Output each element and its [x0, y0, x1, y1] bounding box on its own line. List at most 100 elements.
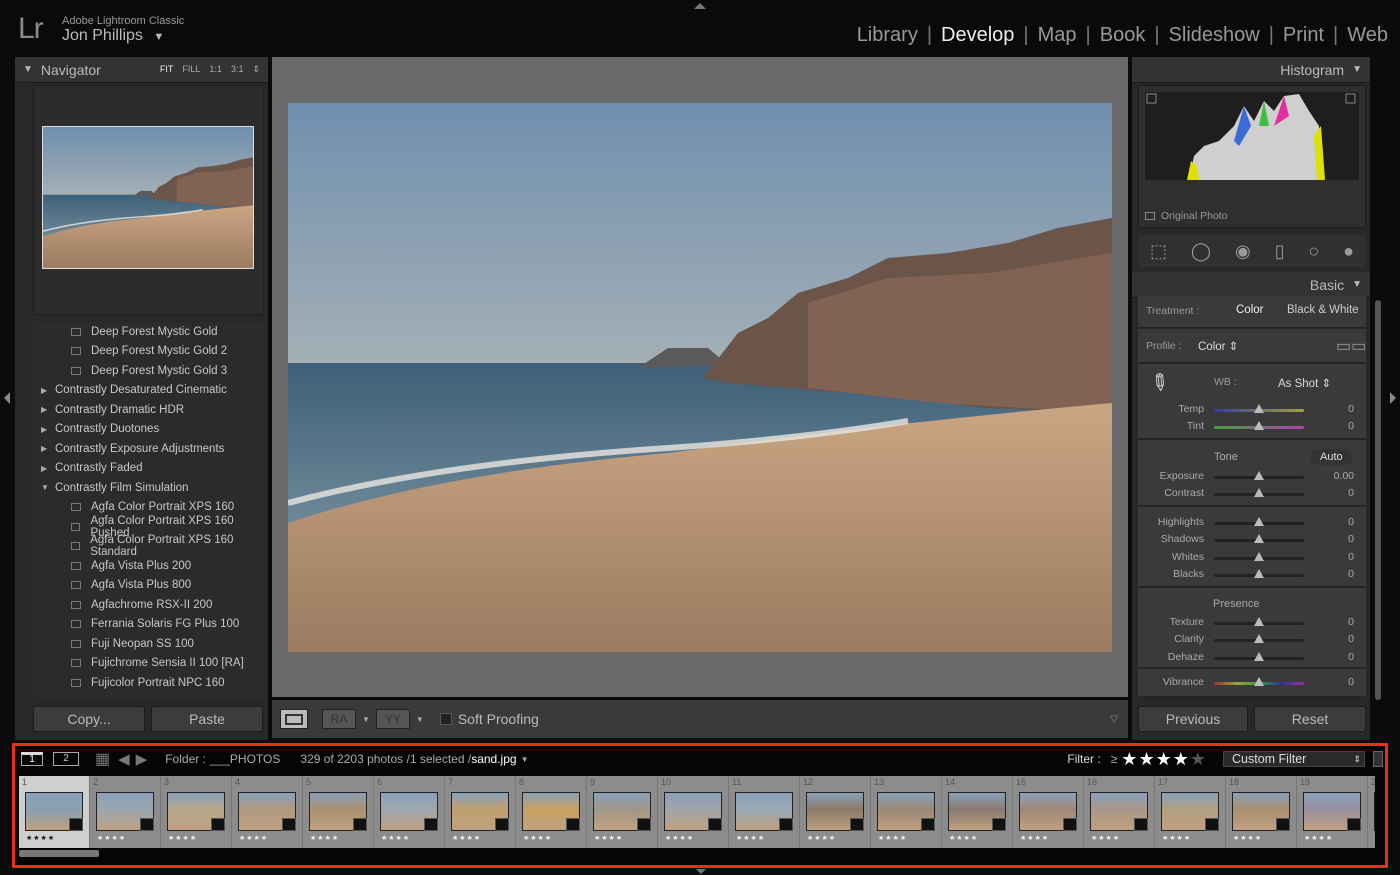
tint-slider[interactable]: [1214, 421, 1304, 430]
preset-item[interactable]: Deep Forest Mystic Gold: [33, 322, 264, 342]
module-web[interactable]: Web: [1347, 24, 1388, 47]
tint-value[interactable]: 0: [1348, 420, 1354, 432]
filmstrip-thumbnail[interactable]: 5 ★★★★: [303, 776, 374, 848]
zoom-stepper-icon[interactable]: ⇕: [252, 64, 260, 75]
filmstrip-thumbnail[interactable]: 11 ★★★★: [729, 776, 800, 848]
contrast-slider[interactable]: [1214, 488, 1304, 497]
preset-item[interactable]: Agfa Vista Plus 800: [33, 576, 264, 596]
filter-star-icon[interactable]: ★: [1173, 749, 1190, 769]
navigator-thumbnail[interactable]: [42, 126, 254, 269]
copy-button[interactable]: Copy...: [33, 706, 145, 732]
shadows-value[interactable]: 0: [1348, 533, 1354, 545]
preset-item[interactable]: Agfa Vista Plus 200: [33, 556, 264, 576]
filmstrip-thumbnail[interactable]: 4 ★★★★: [232, 776, 303, 848]
preset-item[interactable]: Ferrania Solaris FG Plus 100: [33, 615, 264, 635]
dehaze-value[interactable]: 0: [1348, 651, 1354, 663]
filmstrip-thumbnail[interactable]: 12 ★★★★: [800, 776, 871, 848]
whites-value[interactable]: 0: [1348, 551, 1354, 563]
preset-group[interactable]: ▶ Contrastly Duotones: [33, 420, 264, 440]
reset-button[interactable]: Reset: [1254, 706, 1366, 732]
loupe-view-button[interactable]: [280, 709, 308, 729]
preset-group[interactable]: ▶ Contrastly Exposure Adjustments: [33, 439, 264, 459]
zoom-3-1[interactable]: 3:1: [231, 64, 244, 75]
custom-filter-dropdown[interactable]: Custom Filter ⇕: [1223, 751, 1365, 767]
paste-button[interactable]: Paste: [151, 706, 263, 732]
filmstrip-thumbnail[interactable]: 3 ★★★★: [161, 776, 232, 848]
grid-view-icon[interactable]: ▦: [95, 749, 110, 769]
clarity-value[interactable]: 0: [1348, 633, 1354, 645]
collapse-right-panel-icon[interactable]: [1390, 392, 1396, 404]
filmstrip-thumbnail[interactable]: 9 ★★★★: [587, 776, 658, 848]
filmstrip-thumbnail[interactable]: 14 ★★★★: [942, 776, 1013, 848]
filmstrip-thumbnail[interactable]: 15 ★★★★: [1013, 776, 1084, 848]
filmstrip-thumbnail[interactable]: 2 ★★★★: [90, 776, 161, 848]
filter-operator[interactable]: ≥: [1111, 752, 1118, 766]
dehaze-slider-handle[interactable]: [1254, 652, 1264, 661]
filmstrip-thumbnail[interactable]: 17 ★★★★: [1155, 776, 1226, 848]
texture-value[interactable]: 0: [1348, 616, 1354, 628]
highlights-value[interactable]: 0: [1348, 516, 1354, 528]
right-panel-scrollbar[interactable]: [1375, 300, 1381, 700]
zoom-1-1[interactable]: 1:1: [209, 64, 222, 75]
filmstrip-thumbnail[interactable]: 20★★★★: [1368, 776, 1375, 848]
main-photo[interactable]: [288, 103, 1112, 652]
filter-star-icon[interactable]: ★: [1190, 749, 1207, 769]
vibrance-slider[interactable]: [1214, 677, 1304, 686]
preset-item[interactable]: Fujichrome Sensia II 100 [RA]: [33, 654, 264, 674]
highlights-slider[interactable]: [1214, 517, 1304, 526]
navigator-header[interactable]: ▼ Navigator FIT FILL 1:1 3:1 ⇕: [15, 57, 268, 83]
preset-group[interactable]: ▶ Contrastly Desaturated Cinematic: [33, 381, 264, 401]
navigator-preview[interactable]: [33, 85, 264, 315]
preset-item[interactable]: Deep Forest Mystic Gold 2: [33, 342, 264, 362]
whites-slider[interactable]: [1214, 552, 1304, 561]
before-after-button[interactable]: RA: [322, 709, 356, 729]
filmstrip-thumbnail[interactable]: 18 ★★★★: [1226, 776, 1297, 848]
shadows-slider-handle[interactable]: [1254, 534, 1264, 543]
filter-rating[interactable]: ★★★★★: [1121, 749, 1207, 770]
vibrance-slider-handle[interactable]: [1254, 677, 1264, 686]
texture-slider[interactable]: [1214, 617, 1304, 626]
filmstrip-thumbnail[interactable]: 7 ★★★★: [445, 776, 516, 848]
back-arrow-icon[interactable]: ◀: [118, 750, 130, 768]
preset-item[interactable]: Fujicolor Portrait NPC 160: [33, 673, 264, 693]
dehaze-slider[interactable]: [1214, 652, 1304, 661]
temp-slider-handle[interactable]: [1254, 404, 1264, 413]
filmstrip-thumbnail[interactable]: 19 ★★★★: [1297, 776, 1368, 848]
preset-item[interactable]: Deep Forest Mystic Gold 3: [33, 361, 264, 381]
texture-slider-handle[interactable]: [1254, 617, 1264, 626]
preset-group[interactable]: ▼ Contrastly Film Simulation: [33, 478, 264, 498]
contrast-slider-handle[interactable]: [1254, 488, 1264, 497]
whites-slider-handle[interactable]: [1254, 552, 1264, 561]
temp-slider[interactable]: [1214, 404, 1304, 413]
module-print[interactable]: Print: [1283, 24, 1324, 47]
vibrance-value[interactable]: 0: [1348, 676, 1354, 688]
module-library[interactable]: Library: [857, 24, 918, 47]
preset-group[interactable]: ▶ Contrastly Faded: [33, 459, 264, 479]
exposure-slider[interactable]: [1214, 471, 1304, 480]
shadows-slider[interactable]: [1214, 534, 1304, 543]
clarity-slider[interactable]: [1214, 634, 1304, 643]
filter-star-icon[interactable]: ★: [1138, 749, 1155, 769]
preset-item[interactable]: Agfa Color Portrait XPS 160 Standard: [33, 534, 264, 558]
collapse-left-panel-icon[interactable]: [4, 392, 10, 404]
identity-plate[interactable]: Jon Phillips ▼: [62, 27, 164, 45]
before-after-swap-button[interactable]: YY: [375, 709, 410, 729]
tint-slider-handle[interactable]: [1254, 421, 1264, 430]
soft-proofing-checkbox[interactable]: [439, 713, 452, 725]
chevron-down-icon[interactable]: ▼: [521, 755, 529, 764]
highlights-slider-handle[interactable]: [1254, 517, 1264, 526]
exposure-slider-handle[interactable]: [1254, 471, 1264, 480]
preset-item[interactable]: Fuji Neopan SS 100: [33, 634, 264, 654]
exposure-value[interactable]: 0.00: [1334, 470, 1354, 482]
filmstrip-thumbnail[interactable]: 8 ★★★★: [516, 776, 587, 848]
module-develop[interactable]: Develop: [941, 24, 1014, 47]
blacks-value[interactable]: 0: [1348, 568, 1354, 580]
secondary-window-button[interactable]: 2: [53, 752, 79, 766]
blacks-slider[interactable]: [1214, 569, 1304, 578]
temp-value[interactable]: 0: [1348, 403, 1354, 415]
preset-item[interactable]: Agfachrome RSX-II 200: [33, 595, 264, 615]
filmstrip-thumbnail[interactable]: 6 ★★★★: [374, 776, 445, 848]
blacks-slider-handle[interactable]: [1254, 569, 1264, 578]
contrast-value[interactable]: 0: [1348, 487, 1354, 499]
filmstrip-thumbnail[interactable]: 1 ★★★★: [19, 776, 90, 848]
